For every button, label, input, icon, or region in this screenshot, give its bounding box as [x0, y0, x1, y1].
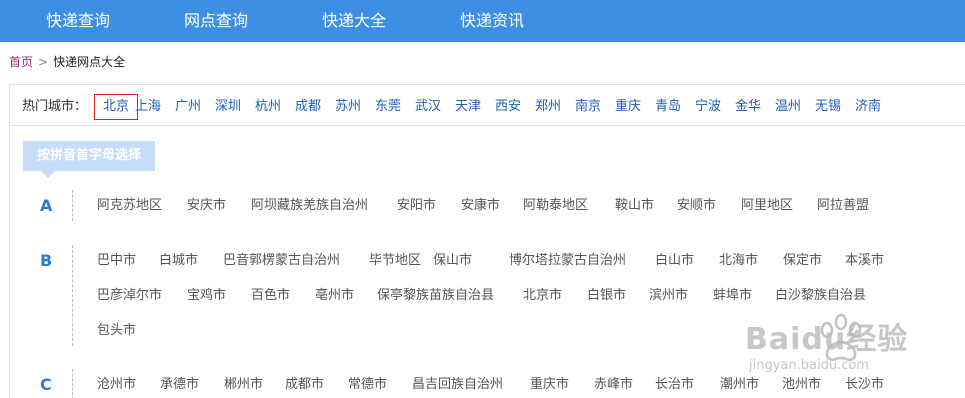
city-link[interactable]: 巴音郭楞蒙古自治州	[223, 253, 340, 269]
city-link[interactable]: 承德市	[160, 377, 199, 393]
hot-city-link[interactable]: 宁波	[695, 99, 721, 115]
city-link[interactable]: 白山市	[655, 253, 694, 269]
city-link[interactable]: 阿勒泰地区	[523, 198, 588, 214]
top-nav: 快递查询 网点查询 快递大全 快递资讯	[0, 0, 965, 42]
city-link[interactable]: 重庆市	[530, 377, 569, 393]
breadcrumb-current: 快递网点大全	[53, 55, 126, 69]
city-link[interactable]: 滨州市	[649, 288, 688, 304]
city-link[interactable]: 亳州市	[315, 288, 354, 304]
hot-city-link[interactable]: 上海	[135, 99, 161, 115]
city-link[interactable]: 保定市	[783, 253, 822, 269]
hot-city-link[interactable]: 深圳	[215, 99, 241, 115]
pinyin-select-tab[interactable]: 按拼音首字母选择	[23, 141, 156, 178]
city-link[interactable]: 阿里地区	[741, 198, 793, 214]
hot-city-link[interactable]: 重庆	[615, 99, 641, 115]
city-link[interactable]: 常德市	[348, 377, 387, 393]
hot-city-link[interactable]: 郑州	[535, 99, 561, 115]
hot-cities-label: 热门城市：	[22, 99, 88, 114]
hot-city-link[interactable]: 成都	[295, 99, 321, 115]
city-link[interactable]: 巴中市	[97, 253, 136, 269]
city-link[interactable]: 本溪市	[845, 253, 884, 269]
city-link[interactable]: 蚌埠市	[713, 288, 752, 304]
nav-outlet-query[interactable]: 网点查询	[184, 11, 248, 31]
city-link[interactable]: 白银市	[587, 288, 626, 304]
breadcrumb-separator: >	[38, 55, 49, 69]
city-link[interactable]: 阿拉善盟	[817, 198, 869, 214]
city-link[interactable]: 长治市	[655, 377, 694, 393]
nav-express-directory[interactable]: 快递大全	[322, 11, 386, 31]
hot-city-link[interactable]: 武汉	[415, 99, 441, 115]
city-link[interactable]: 赤峰市	[594, 377, 633, 393]
city-link[interactable]: 北海市	[719, 253, 758, 269]
hot-city-link[interactable]: 温州	[775, 99, 801, 115]
city-link[interactable]: 鞍山市	[615, 198, 654, 214]
breadcrumb-home-link[interactable]: 首页	[9, 55, 33, 69]
city-link[interactable]: 巴彦淖尔市	[97, 288, 162, 304]
city-link[interactable]: 百色市	[251, 288, 290, 304]
letter-heading: C	[40, 375, 52, 394]
city-link[interactable]: 宝鸡市	[187, 288, 226, 304]
hot-city-link[interactable]: 南京	[575, 99, 601, 115]
hot-city-link[interactable]: 天津	[455, 99, 481, 115]
hot-city-link[interactable]: 西安	[495, 99, 521, 115]
hot-city-link[interactable]: 北京	[94, 94, 139, 120]
hot-city-link[interactable]: 广州	[175, 99, 201, 115]
city-link[interactable]: 阿克苏地区	[97, 198, 162, 214]
city-link[interactable]: 安康市	[461, 198, 500, 214]
city-link[interactable]: 包头市	[97, 323, 136, 339]
breadcrumb: 首页 > 快递网点大全	[9, 55, 125, 69]
letter-heading: B	[40, 251, 53, 270]
city-link[interactable]: 毕节地区	[369, 253, 421, 269]
city-link[interactable]: 沧州市	[97, 377, 136, 393]
city-link[interactable]: 安阳市	[397, 198, 436, 214]
city-panel: 热门城市： 北京 上海 广州 深圳 杭州 成都 苏州 东莞 武汉 天津 西安 郑州 南京 重庆 青岛 宁波 金华…	[9, 84, 965, 398]
city-link[interactable]: 博尔塔拉蒙古自治州	[509, 253, 626, 269]
city-link[interactable]: 池州市	[782, 377, 821, 393]
city-link[interactable]: 白沙黎族自治县	[775, 288, 866, 304]
city-link[interactable]: 保亭黎族苗族自治县	[377, 288, 494, 304]
city-link[interactable]: 长沙市	[845, 377, 884, 393]
city-link[interactable]: 白城市	[159, 253, 198, 269]
hot-city-link[interactable]: 东莞	[375, 99, 401, 115]
nav-express-query[interactable]: 快递查询	[46, 11, 110, 31]
city-link[interactable]: 安顺市	[677, 198, 716, 214]
hot-city-link[interactable]: 金华	[735, 99, 761, 115]
city-link[interactable]: 安庆市	[187, 198, 226, 214]
hot-city-link[interactable]: 济南	[855, 99, 881, 115]
group-dashed-divider	[72, 190, 73, 221]
city-link[interactable]: 成都市	[285, 377, 324, 393]
city-link[interactable]: 北京市	[523, 288, 562, 304]
city-link[interactable]: 昌吉回族自治州	[412, 377, 503, 393]
hot-cities-divider	[10, 125, 965, 126]
hot-city-link[interactable]: 杭州	[255, 99, 281, 115]
city-link[interactable]: 保山市	[433, 253, 472, 269]
city-link[interactable]: 潮州市	[720, 377, 759, 393]
hot-city-link[interactable]: 无锡	[815, 99, 841, 115]
city-link[interactable]: 郴州市	[224, 377, 263, 393]
hot-city-link[interactable]: 苏州	[335, 99, 361, 115]
letter-heading: A	[40, 196, 53, 215]
city-link[interactable]: 阿坝藏族羌族自治州	[251, 198, 368, 214]
nav-express-news[interactable]: 快递资讯	[460, 11, 524, 31]
group-dashed-divider	[72, 245, 73, 346]
group-dashed-divider	[72, 369, 73, 398]
hot-city-link[interactable]: 青岛	[655, 99, 681, 115]
